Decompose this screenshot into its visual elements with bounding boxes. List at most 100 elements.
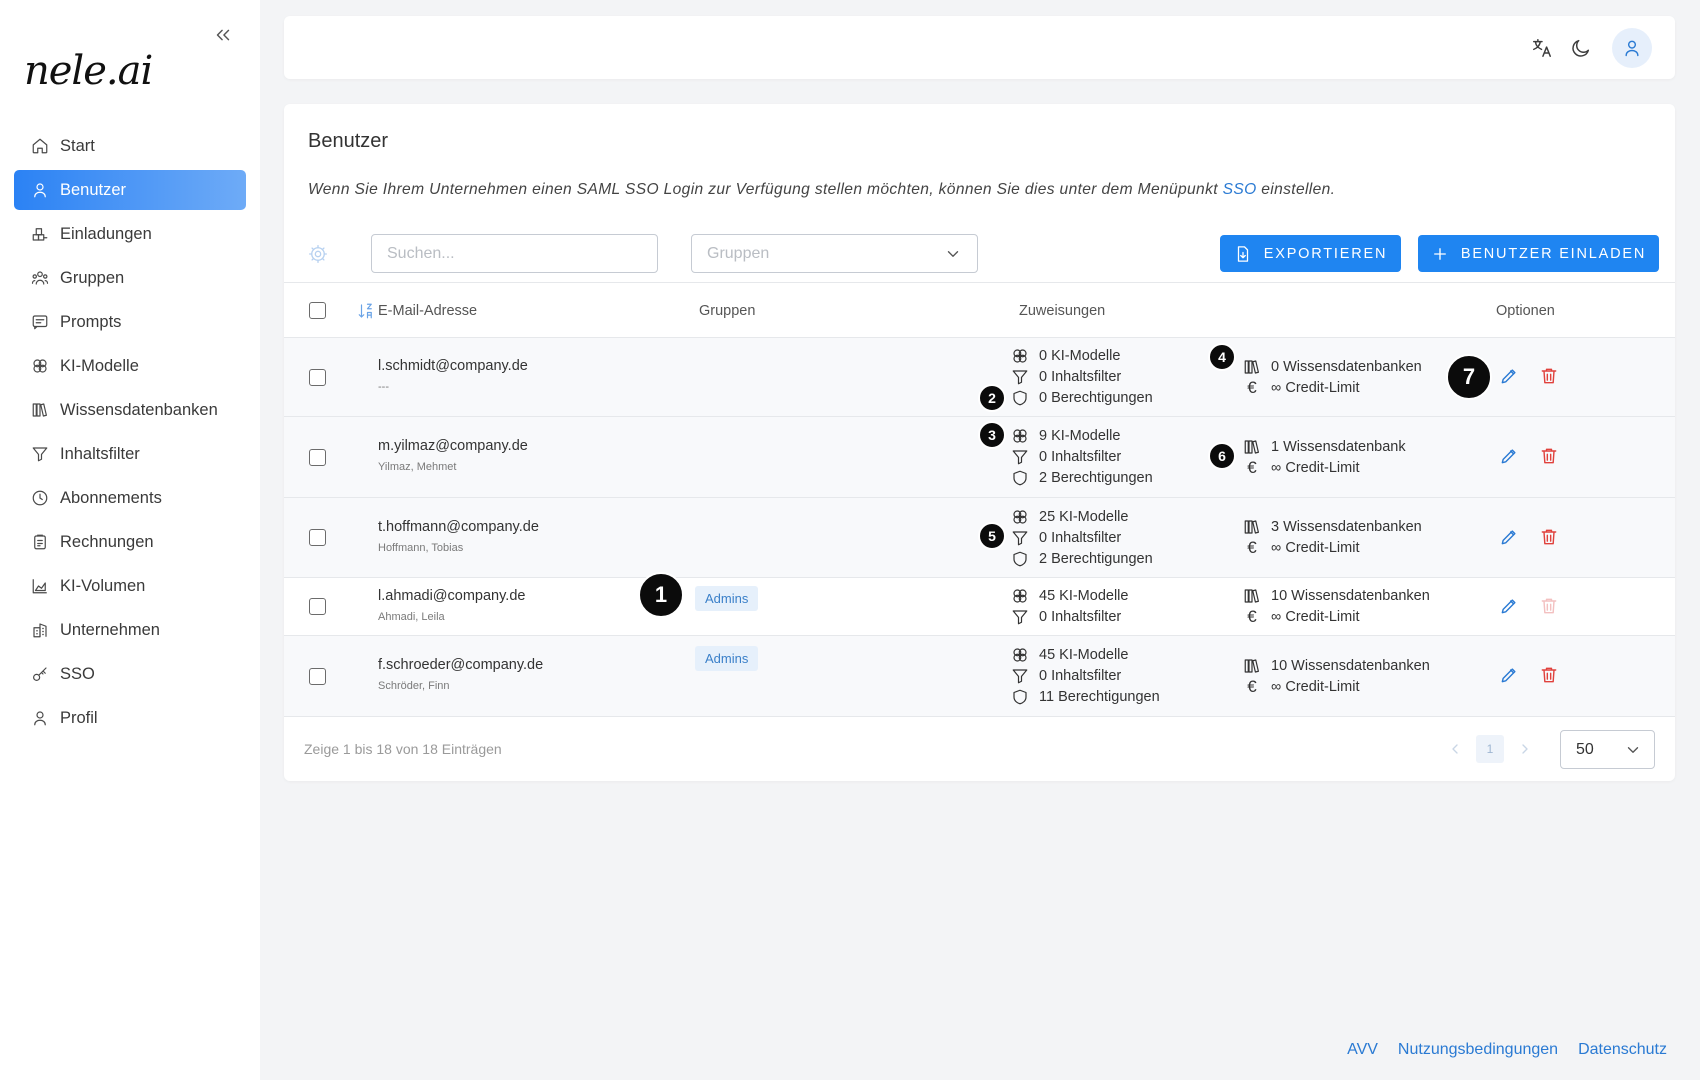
knowledge-base-count: 10 Wissensdatenbanken	[1271, 588, 1430, 604]
column-header-email[interactable]: E-Mail-Adresse	[378, 283, 477, 338]
permissions-count: 0 Berechtigungen	[1039, 390, 1153, 406]
gear-icon[interactable]	[308, 244, 328, 264]
pagination-summary: Zeige 1 bis 18 von 18 Einträgen	[304, 741, 502, 757]
annotation-marker: 1	[638, 572, 684, 618]
description-text: Wenn Sie Ihrem Unternehmen einen SAML SS…	[308, 181, 1223, 198]
ki-models-count: 45 KI-Modelle	[1039, 588, 1129, 604]
page-size-select[interactable]: 50	[1560, 730, 1655, 769]
sidebar-item-ki-volumen[interactable]: KI-Volumen	[14, 566, 246, 606]
row-checkbox[interactable]	[309, 668, 326, 685]
assignments-models: 0 KI-Modelle 0 Inhaltsfilter 0 Berechtig…	[1011, 338, 1153, 416]
privacy-link[interactable]: Datenschutz	[1578, 1041, 1667, 1059]
funnel-icon	[1011, 529, 1029, 547]
edit-user-pencil-icon[interactable]	[1499, 665, 1521, 687]
key-icon	[31, 665, 49, 683]
sidebar-item-label: Benutzer	[60, 180, 127, 199]
sidebar-item-label: KI-Volumen	[60, 576, 146, 595]
chevrons-left-icon[interactable]	[212, 24, 234, 46]
permissions-count: 2 Berechtigungen	[1039, 470, 1153, 486]
sidebar-item-profil[interactable]: Profil	[14, 698, 246, 738]
plus-icon	[1433, 247, 1446, 260]
model-circles-icon	[1011, 508, 1029, 526]
user-icon	[31, 181, 49, 199]
message-text-icon	[31, 313, 49, 331]
sidebar-item-gruppen[interactable]: Gruppen	[14, 258, 246, 298]
euro-icon: €	[1247, 676, 1257, 696]
sidebar-item-wissensdatenbanken[interactable]: Wissensdatenbanken	[14, 390, 246, 430]
edit-user-pencil-icon[interactable]	[1499, 527, 1521, 549]
library-icon	[1243, 438, 1261, 456]
avv-link[interactable]: AVV	[1347, 1041, 1378, 1059]
groups-select[interactable]: Gruppen	[691, 234, 978, 273]
library-icon	[1243, 358, 1261, 376]
column-header-assignments: Zuweisungen	[1019, 302, 1106, 319]
knowledge-base-count: 10 Wissensdatenbanken	[1271, 657, 1430, 674]
euro-icon: €	[1247, 457, 1257, 477]
row-checkbox[interactable]	[309, 369, 326, 386]
row-checkbox[interactable]	[309, 598, 326, 615]
select-all-checkbox[interactable]	[309, 302, 326, 319]
funnel-icon	[1011, 608, 1029, 626]
credit-limit: ∞ Credit-Limit	[1271, 459, 1360, 476]
user-avatar-icon[interactable]	[1612, 28, 1652, 68]
sidebar-item-inhaltsfilter[interactable]: Inhaltsfilter	[14, 434, 246, 474]
moon-icon[interactable]	[1570, 37, 1592, 59]
sidebar: nele.ai Start Benutzer Einladungen Grupp…	[0, 0, 260, 1080]
top-bar	[284, 16, 1675, 79]
sidebar-item-rechnungen[interactable]: Rechnungen	[14, 522, 246, 562]
translate-icon[interactable]	[1531, 37, 1553, 59]
building-icon	[31, 621, 49, 639]
search-input[interactable]	[371, 234, 658, 273]
sidebar-item-einladungen[interactable]: Einladungen	[14, 214, 246, 254]
chevron-right-icon[interactable]	[1511, 735, 1539, 763]
credit-limit: ∞ Credit-Limit	[1271, 678, 1360, 695]
user-email: m.yilmaz@company.de	[378, 438, 528, 454]
assignments-knowledge: 10 Wissensdatenbanken € ∞ Credit-Limit	[1243, 578, 1430, 635]
sidebar-item-label: Einladungen	[60, 224, 152, 243]
assignments-knowledge: 1 Wissensdatenbank € ∞ Credit-Limit	[1243, 417, 1406, 497]
sidebar-item-ki-modelle[interactable]: KI-Modelle	[14, 346, 246, 386]
home-icon	[31, 137, 49, 155]
user-name: Schröder, Finn	[378, 680, 450, 692]
sort-alpha-icon[interactable]	[357, 302, 375, 320]
export-button[interactable]: EXPORTIEREN	[1220, 235, 1401, 272]
sidebar-item-benutzer[interactable]: Benutzer	[14, 170, 246, 210]
row-checkbox[interactable]	[309, 449, 326, 466]
user-cell: f.schroeder@company.de Schröder, Finn	[378, 636, 543, 716]
sidebar-item-prompts[interactable]: Prompts	[14, 302, 246, 342]
sidebar-item-sso[interactable]: SSO	[14, 654, 246, 694]
chevron-left-icon[interactable]	[1441, 735, 1469, 763]
user-cell: t.hoffmann@company.de Hoffmann, Tobias	[378, 498, 539, 577]
knowledge-base-count: 3 Wissensdatenbanken	[1271, 519, 1422, 535]
clock-icon	[31, 489, 49, 507]
sidebar-item-label: Gruppen	[60, 268, 125, 287]
shield-icon	[1011, 688, 1029, 706]
content-filter-count: 0 Inhaltsfilter	[1039, 668, 1122, 684]
sidebar-item-abonnements[interactable]: Abonnements	[14, 478, 246, 518]
edit-user-pencil-icon[interactable]	[1499, 366, 1521, 388]
invite-user-button[interactable]: BENUTZER EINLADEN	[1418, 235, 1659, 272]
sso-link[interactable]: SSO	[1223, 181, 1257, 198]
edit-user-pencil-icon[interactable]	[1499, 596, 1521, 618]
funnel-icon	[1011, 448, 1029, 466]
delete-user-trash-icon[interactable]	[1539, 665, 1561, 687]
sidebar-item-unternehmen[interactable]: Unternehmen	[14, 610, 246, 650]
user-name: Hoffmann, Tobias	[378, 541, 464, 554]
row-checkbox[interactable]	[309, 529, 326, 546]
page-number-button[interactable]: 1	[1476, 735, 1504, 763]
delete-user-trash-icon[interactable]	[1539, 446, 1561, 468]
edit-user-pencil-icon[interactable]	[1499, 446, 1521, 468]
description-text-end: einstellen.	[1256, 181, 1336, 198]
assignments-knowledge: 3 Wissensdatenbanken € ∞ Credit-Limit	[1243, 498, 1422, 577]
assignments-models: 45 KI-Modelle 0 Inhaltsfilter	[1011, 578, 1128, 635]
user-email: f.schroeder@company.de	[378, 657, 544, 673]
footer-links: AVV Nutzungsbedingungen Datenschutz	[1347, 1041, 1667, 1059]
user-icon	[31, 709, 49, 727]
sidebar-item-label: Unternehmen	[60, 620, 160, 639]
credit-limit: ∞ Credit-Limit	[1271, 379, 1360, 396]
delete-user-trash-icon[interactable]	[1539, 527, 1561, 549]
terms-link[interactable]: Nutzungsbedingungen	[1398, 1041, 1558, 1059]
user-cell: m.yilmaz@company.de Yilmaz, Mehmet	[378, 417, 528, 497]
sidebar-item-start[interactable]: Start	[14, 126, 246, 166]
delete-user-trash-icon[interactable]	[1539, 366, 1561, 388]
